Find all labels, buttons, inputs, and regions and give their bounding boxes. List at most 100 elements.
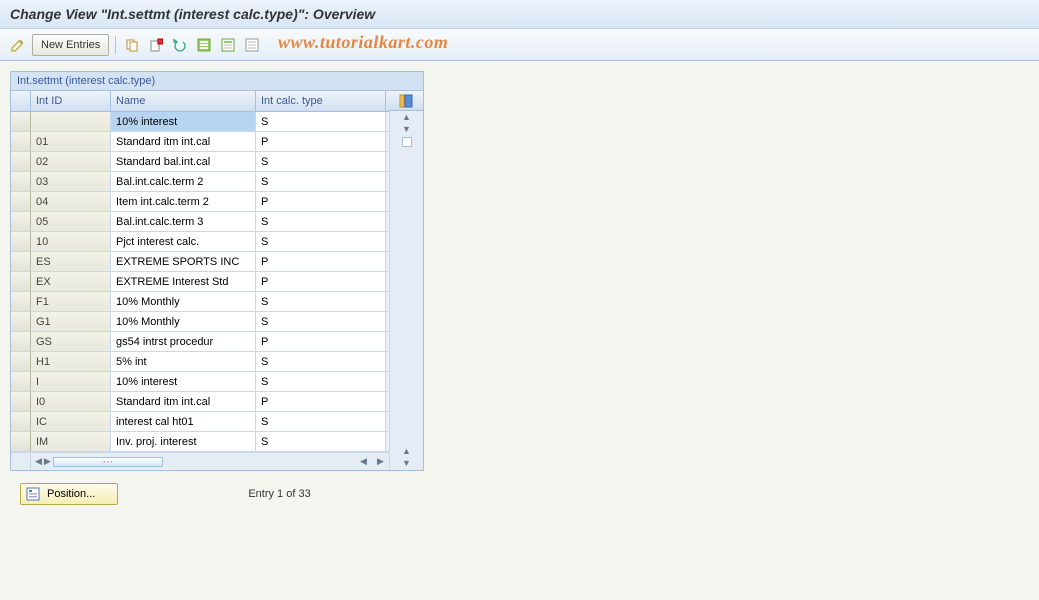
position-button[interactable]: Position... — [20, 483, 118, 505]
table-row[interactable]: 05Bal.int.calc.term 3S — [11, 212, 389, 232]
row-selector[interactable] — [11, 172, 31, 191]
cell-type[interactable]: P — [256, 332, 386, 351]
cell-type[interactable]: S — [256, 172, 386, 191]
cell-int-id[interactable]: H1 — [31, 352, 111, 371]
row-selector[interactable] — [11, 152, 31, 171]
cell-type[interactable]: P — [256, 132, 386, 151]
select-block-icon[interactable] — [218, 35, 238, 55]
cell-type[interactable]: S — [256, 352, 386, 371]
cell-type[interactable]: P — [256, 272, 386, 291]
col-header-type[interactable]: Int calc. type — [256, 91, 386, 111]
cell-name[interactable]: Pjct interest calc. — [111, 232, 256, 251]
cell-int-id[interactable]: 03 — [31, 172, 111, 191]
cell-name[interactable]: Standard bal.int.cal — [111, 152, 256, 171]
cell-name[interactable]: Inv. proj. interest — [111, 432, 256, 451]
cell-type[interactable]: S — [256, 412, 386, 431]
cell-type[interactable]: P — [256, 192, 386, 211]
row-selector[interactable] — [11, 312, 31, 331]
cell-name[interactable]: Item int.calc.term 2 — [111, 192, 256, 211]
cell-type[interactable]: P — [256, 392, 386, 411]
cell-name[interactable]: 10% interest — [111, 372, 256, 391]
col-header-name[interactable]: Name — [111, 91, 256, 111]
scroll-down-icon[interactable]: ▼ — [402, 125, 411, 134]
row-selector[interactable] — [11, 372, 31, 391]
row-selector[interactable] — [11, 272, 31, 291]
col-header-int-id[interactable]: Int ID — [31, 91, 111, 111]
row-selector[interactable] — [11, 392, 31, 411]
row-selector[interactable] — [11, 412, 31, 431]
new-entries-button[interactable]: New Entries — [32, 34, 109, 56]
cell-int-id[interactable]: ES — [31, 252, 111, 271]
cell-name[interactable]: EXTREME Interest Std — [111, 272, 256, 291]
cell-name[interactable]: 10% interest — [111, 112, 256, 131]
cell-int-id[interactable]: G1 — [31, 312, 111, 331]
row-selector[interactable] — [11, 232, 31, 251]
scroll-left-end-icon[interactable]: ◀ — [360, 457, 367, 466]
cell-name[interactable]: Standard itm int.cal — [111, 132, 256, 151]
cell-type[interactable]: S — [256, 312, 386, 331]
row-selector[interactable] — [11, 132, 31, 151]
cell-int-id[interactable]: I — [31, 372, 111, 391]
cell-type[interactable]: P — [256, 252, 386, 271]
delete-icon[interactable] — [146, 35, 166, 55]
table-row[interactable]: ICinterest cal ht01S — [11, 412, 389, 432]
cell-type[interactable]: S — [256, 112, 386, 131]
table-row[interactable]: G110% MonthlyS — [11, 312, 389, 332]
scroll-marker[interactable] — [402, 137, 412, 147]
cell-int-id[interactable]: 05 — [31, 212, 111, 231]
scroll-right-end-icon[interactable]: ▶ — [377, 457, 384, 466]
cell-name[interactable]: gs54 intrst procedur — [111, 332, 256, 351]
row-selector[interactable] — [11, 332, 31, 351]
table-row[interactable]: 10% interestS — [11, 112, 389, 132]
row-selector[interactable] — [11, 352, 31, 371]
table-config-icon[interactable] — [389, 91, 423, 111]
cell-int-id[interactable]: IM — [31, 432, 111, 451]
scroll-right-icon[interactable]: ▶ — [44, 457, 51, 466]
cell-type[interactable]: S — [256, 212, 386, 231]
cell-name[interactable]: Standard itm int.cal — [111, 392, 256, 411]
cell-name[interactable]: interest cal ht01 — [111, 412, 256, 431]
cell-int-id[interactable]: 04 — [31, 192, 111, 211]
table-row[interactable]: I0Standard itm int.calP — [11, 392, 389, 412]
cell-int-id[interactable]: I0 — [31, 392, 111, 411]
row-selector[interactable] — [11, 192, 31, 211]
table-row[interactable]: I10% interestS — [11, 372, 389, 392]
row-selector[interactable] — [11, 252, 31, 271]
row-selector[interactable] — [11, 432, 31, 451]
table-row[interactable]: ESEXTREME SPORTS INCP — [11, 252, 389, 272]
cell-int-id[interactable]: IC — [31, 412, 111, 431]
table-row[interactable]: 02Standard bal.int.calS — [11, 152, 389, 172]
table-row[interactable]: 04Item int.calc.term 2P — [11, 192, 389, 212]
table-row[interactable]: EXEXTREME Interest StdP — [11, 272, 389, 292]
undo-icon[interactable] — [170, 35, 190, 55]
select-all-header[interactable] — [11, 91, 31, 111]
table-row[interactable]: H15% intS — [11, 352, 389, 372]
table-row[interactable]: 01Standard itm int.calP — [11, 132, 389, 152]
scroll-up-icon[interactable]: ▲ — [402, 113, 411, 122]
scroll-down-end-icon[interactable]: ▼ — [402, 459, 411, 468]
table-row[interactable]: GSgs54 intrst procedurP — [11, 332, 389, 352]
cell-type[interactable]: S — [256, 232, 386, 251]
table-row[interactable]: IMInv. proj. interestS — [11, 432, 389, 452]
h-scrollbar[interactable]: ◀ ▶ ⋯ ◀ ▶ — [11, 452, 389, 470]
table-row[interactable]: 10Pjct interest calc.S — [11, 232, 389, 252]
select-all-icon[interactable] — [194, 35, 214, 55]
row-selector[interactable] — [11, 112, 31, 131]
cell-int-id[interactable]: EX — [31, 272, 111, 291]
cell-int-id[interactable]: F1 — [31, 292, 111, 311]
cell-int-id[interactable]: 10 — [31, 232, 111, 251]
cell-type[interactable]: S — [256, 432, 386, 451]
table-row[interactable]: 03Bal.int.calc.term 2S — [11, 172, 389, 192]
cell-int-id[interactable]: GS — [31, 332, 111, 351]
cell-name[interactable]: 10% Monthly — [111, 312, 256, 331]
h-scroll-thumb[interactable]: ⋯ — [53, 457, 163, 467]
cell-int-id[interactable] — [31, 112, 111, 131]
cell-name[interactable]: EXTREME SPORTS INC — [111, 252, 256, 271]
v-scrollbar[interactable]: ▲ ▼ ▲ ▼ — [389, 111, 423, 470]
cell-name[interactable]: 5% int — [111, 352, 256, 371]
cell-int-id[interactable]: 01 — [31, 132, 111, 151]
cell-type[interactable]: S — [256, 372, 386, 391]
copy-icon[interactable] — [122, 35, 142, 55]
scroll-left-icon[interactable]: ◀ — [35, 457, 42, 466]
scroll-up-end-icon[interactable]: ▲ — [402, 447, 411, 456]
